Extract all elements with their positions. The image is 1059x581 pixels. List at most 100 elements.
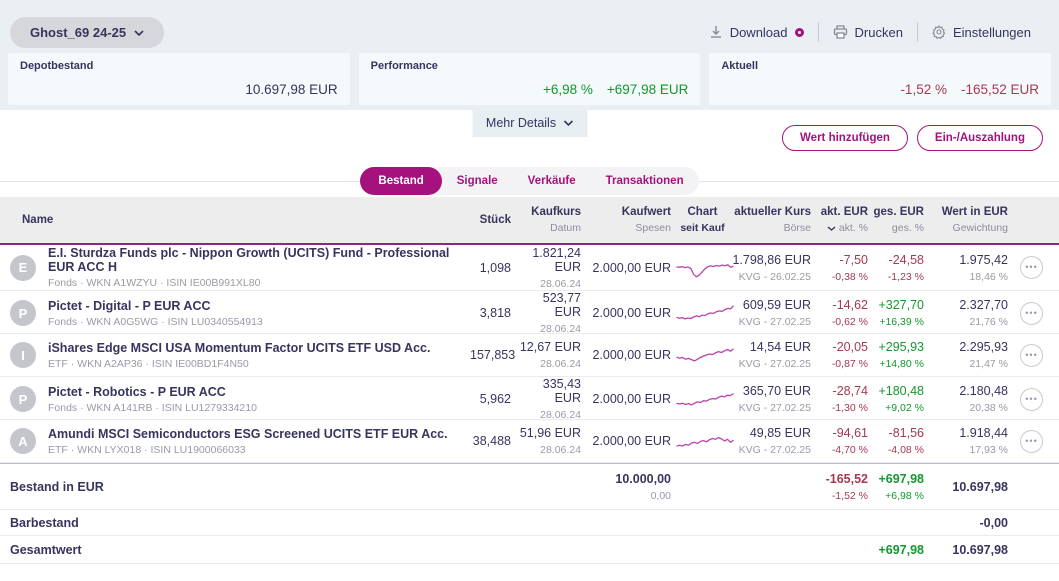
card-title: Depotbestand [20,60,94,72]
table-row[interactable]: E E.I. Sturdza Funds plc - Nippon Growth… [0,245,1059,291]
chevron-down-icon [134,29,144,36]
download-button[interactable]: Download [695,25,818,40]
kaufwert-value: 2.000,00 EUR [592,392,671,406]
instrument-avatar: P [10,386,36,412]
instrument-name-link[interactable]: E.I. Sturdza Funds plc - Nippon Growth (… [48,246,466,274]
performance-value: +697,98 EUR [606,82,689,97]
kauf-datum: 28.06.24 [540,323,581,335]
add-value-button[interactable]: Wert hinzufügen [782,125,908,151]
gewichtung-value: 17,93 % [969,444,1008,456]
kauf-datum: 28.06.24 [540,358,581,370]
akt-eur-value: -7,50 [839,252,869,267]
table-body: E E.I. Sturdza Funds plc - Nippon Growth… [0,245,1059,463]
table-row[interactable]: A Amundi MSCI Semiconductors ESG Screene… [0,420,1059,463]
instrument-name-link[interactable]: Pictet - Digital - P EUR ACC [48,299,263,313]
ges-eur-value: -24,58 [888,252,924,267]
row-menu-button[interactable]: ••• [1020,343,1043,367]
tab-signale[interactable]: Signale [442,168,513,194]
instrument-meta: ETF · WKN LYX018 · ISIN LU1900066033 [48,443,246,456]
download-icon [710,26,721,38]
card-title: Aktuell [721,60,759,72]
table-footer-gesamtwert: Gesamtwert +697,98 10.697,98 [0,535,1059,564]
instrument-meta: Fonds · WKN A141RB · ISIN LU1279334210 [48,401,257,414]
toolbar: Download Drucken Einstellungen [695,22,1045,42]
ges-pct-value: -1,23 % [887,270,924,283]
instrument-name-link[interactable]: Pictet - Robotics - P EUR ACC [48,385,257,399]
col-header-akt-eur[interactable]: akt. EUR akt. % [815,197,872,243]
col-header-kaufwert[interactable]: Kaufwert Spesen [585,197,675,243]
col-header-name[interactable]: Name [0,205,470,235]
kaufkurs-value: 51,96 EUR [519,426,581,440]
instrument-name-link[interactable]: iShares Edge MSCI USA Momentum Factor UC… [48,341,430,355]
kaufkurs-value: 12,67 EUR [519,340,581,354]
akt-pct-value: -1,30 % [831,402,868,414]
tab-verkaeufe[interactable]: Verkäufe [513,168,591,194]
ges-pct-value: +16,39 % [879,316,924,328]
aktueller-kurs-value: 14,54 EUR [749,340,811,354]
gewichtung-value: 21,47 % [969,358,1008,370]
instrument-meta: Fonds · WKN A1WZYU · ISIN IE00B991XL80 [48,277,261,289]
account-selector[interactable]: Ghost_69 24-25 [10,17,165,48]
gewichtung-value: 18,46 % [969,270,1008,283]
tab-bestand[interactable]: Bestand [360,167,442,195]
sort-chevron-down-icon [827,225,836,231]
col-header-wert-in-eur[interactable]: Wert in EUR Gewichtung [928,197,1012,243]
kaufkurs-value: 335,43 EUR [542,377,581,405]
mehr-details-label: Mehr Details [485,116,557,130]
settings-button[interactable]: Einstellungen [918,25,1045,40]
account-selector-label: Ghost_69 24-25 [30,25,127,40]
row-menu-button[interactable]: ••• [1020,429,1043,453]
stueck-value: 3,818 [479,306,511,320]
row-menu-button[interactable]: ••• [1020,301,1043,325]
ges-pct-value: +9,02 % [885,402,924,414]
tab-transaktionen[interactable]: Transaktionen [591,168,699,194]
boerse-info: KVG - 26.02.25 [738,270,811,283]
card-aktuell: Aktuell -1,52 % -165,52 EUR [709,53,1052,105]
col-header-kaufkurs[interactable]: Kaufkurs Datum [515,197,585,243]
footer-ges-eur: +697,98 [878,542,924,557]
summary-cards: Depotbestand 10.697,98 EUR Performance +… [8,53,1052,105]
boerse-info: KVG - 27.02.25 [738,316,811,328]
gewichtung-value: 20,38 % [969,402,1008,414]
download-label: Download [729,24,788,40]
col-header-stueck[interactable]: Stück [470,205,515,235]
wert-value: 1.918,44 [959,426,1008,440]
table-row[interactable]: P Pictet - Robotics - P EUR ACC Fonds · … [0,377,1059,421]
table-header: Name Stück Kaufkurs Datum Kaufwert Spese… [0,197,1059,245]
sub-bar: Mehr Details Wert hinzufügen Ein-/Auszah… [0,110,1059,165]
boerse-info: KVG - 27.02.25 [738,444,811,456]
aktuell-pct: -1,52 % [900,82,947,97]
sparkline-chart [676,436,734,447]
settings-label: Einstellungen [952,24,1031,40]
instrument-name-link[interactable]: Amundi MSCI Semiconductors ESG Screened … [48,427,448,441]
kaufwert-value: 2.000,00 EUR [592,260,671,275]
akt-eur-value: -28,74 [832,384,868,398]
footer-label: Barbestand [10,515,79,530]
table-row[interactable]: P Pictet - Digital - P EUR ACC Fonds · W… [0,291,1059,335]
table-row[interactable]: I iShares Edge MSCI USA Momentum Factor … [0,334,1059,377]
row-menu-button[interactable]: ••• [1020,256,1043,279]
tabs: Bestand Signale Verkäufe Transaktionen [360,167,699,195]
print-label: Drucken [854,24,903,40]
table-footer-bestand: Bestand in EUR 10.000,00 0,00 -165,52 -1… [0,463,1059,509]
footer-label: Gesamtwert [10,542,82,557]
sparkline-chart [676,392,734,406]
col-header-aktueller-kurs[interactable]: aktueller Kurs Börse [730,197,815,243]
akt-eur-value: -94,61 [832,426,868,440]
performance-pct: +6,98 % [542,82,593,97]
col-header-ges-eur[interactable]: ges. EUR ges. % [872,197,928,243]
instrument-meta: ETF · WKN A2AP36 · ISIN IE00BD1F4N50 [48,357,249,370]
deposit-withdraw-button[interactable]: Ein-/Auszahlung [916,125,1043,151]
akt-eur-value: -14,62 [832,298,868,312]
ges-eur-value: +295,93 [878,340,924,354]
row-menu-button[interactable]: ••• [1020,387,1043,411]
print-button[interactable]: Drucken [819,25,917,40]
boerse-info: KVG - 27.02.25 [738,402,811,414]
gear-icon [932,25,946,39]
kaufkurs-value: 523,77 EUR [542,291,581,319]
footer-label: Bestand in EUR [10,479,104,494]
kaufwert-value: 2.000,00 EUR [592,348,671,362]
mehr-details-button[interactable]: Mehr Details [471,110,588,137]
action-buttons: Wert hinzufügen Ein-/Auszahlung [782,125,1043,151]
footer-akt-eur: -165,52 [825,471,868,486]
